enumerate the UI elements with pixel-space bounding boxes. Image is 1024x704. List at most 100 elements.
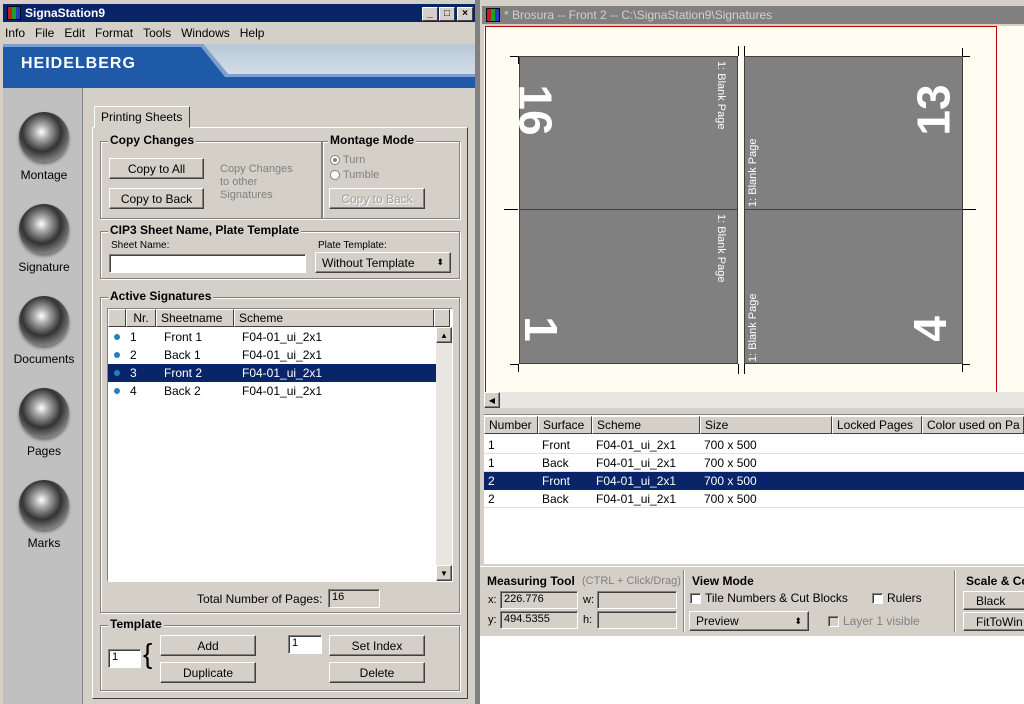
documents-orb-icon: [19, 296, 69, 346]
left-title-bar[interactable]: SignaStation9: [3, 4, 475, 22]
menu-info[interactable]: Info: [0, 25, 30, 43]
tab-printing-sheets[interactable]: Printing Sheets: [94, 106, 190, 128]
sidebar-signature[interactable]: Signature: [3, 204, 85, 274]
set-index-button[interactable]: Set Index: [329, 635, 425, 656]
brosura-window: * Brosura -- Front 2 -- C:\SignaStation9…: [480, 0, 1024, 636]
col-nr[interactable]: Nr.: [126, 309, 156, 327]
table-row[interactable]: 2 Back F04-01_ui_2x1 700 x 500: [484, 490, 1024, 508]
page-tile-13[interactable]: 13 1: Blank Page: [744, 56, 963, 210]
table-row[interactable]: 1 Back F04-01_ui_2x1 700 x 500: [484, 454, 1024, 472]
rulers-checkbox[interactable]: Rulers: [872, 591, 922, 605]
doc-icon: [486, 8, 500, 22]
table-row[interactable]: 1 Front F04-01_ui_2x1 700 x 500: [484, 436, 1024, 454]
cell-size: 700 x 500: [704, 491, 757, 506]
col-color-used[interactable]: Color used on Pa: [922, 416, 1024, 434]
montage-copy-to-back-button[interactable]: Copy to Back: [329, 188, 425, 209]
maximize-icon[interactable]: □: [439, 7, 455, 21]
layer-visible-label: Layer 1 visible: [843, 614, 920, 628]
cell-surface: Back: [542, 455, 569, 470]
sidebar-documents[interactable]: Documents: [3, 296, 85, 366]
add-button[interactable]: Add: [160, 635, 256, 656]
menu-file[interactable]: File: [30, 25, 59, 43]
page-tile-16[interactable]: 16 1: Blank Page: [510, 56, 738, 210]
fit-to-window-button[interactable]: FitToWin: [963, 612, 1024, 631]
signature-row[interactable]: 2 Back 1 F04-01_ui_2x1: [108, 346, 436, 364]
checkbox-icon: [872, 593, 883, 605]
status-dot-icon: [114, 388, 120, 394]
minimize-icon[interactable]: _: [422, 7, 438, 21]
col-empty[interactable]: [108, 309, 126, 327]
page-tile-1[interactable]: 1 1: Blank Page: [514, 209, 738, 364]
brand-banner: HEIDELBERG: [3, 44, 475, 88]
copy-to-all-button[interactable]: Copy to All: [109, 158, 204, 179]
scroll-left-icon[interactable]: ◀: [484, 392, 500, 408]
scroll-down-icon[interactable]: ▼: [436, 565, 452, 581]
copy-changes-note-2: to other: [220, 176, 258, 188]
blank-page-label: 1: Blank Page: [747, 138, 759, 208]
sidebar-marks[interactable]: Marks: [3, 480, 85, 550]
page-number-1: 1: [514, 316, 567, 342]
delete-button[interactable]: Delete: [329, 662, 425, 683]
col-number[interactable]: Number: [484, 416, 538, 434]
layer-visible-checkbox[interactable]: Layer 1 visible: [828, 614, 920, 628]
preview-select[interactable]: Preview ⬍: [689, 611, 809, 631]
total-pages-label: Total Number of Pages:: [197, 592, 323, 606]
signature-row[interactable]: 4 Back 2 F04-01_ui_2x1: [108, 382, 436, 400]
y-value: 494.5355: [500, 611, 578, 629]
black-button[interactable]: Black: [963, 591, 1024, 610]
index-input[interactable]: 1: [288, 635, 322, 654]
col-surface[interactable]: Surface: [538, 416, 592, 434]
sidebar-pages-label: Pages: [26, 444, 62, 458]
signature-row[interactable]: 1 Front 1 F04-01_ui_2x1: [108, 328, 436, 346]
duplicate-button[interactable]: Duplicate: [160, 662, 256, 683]
crop-mark: [738, 46, 739, 56]
plate-template-select[interactable]: Without Template ⬍: [315, 252, 451, 273]
crop-mark: [744, 364, 745, 374]
status-dot-icon: [114, 334, 120, 340]
sig-scheme: F04-01_ui_2x1: [242, 348, 323, 362]
col-scheme[interactable]: Scheme: [592, 416, 700, 434]
table-row-selected[interactable]: 2 Front F04-01_ui_2x1 700 x 500: [484, 472, 1024, 490]
col-locked-pages[interactable]: Locked Pages: [832, 416, 922, 434]
menu-windows[interactable]: Windows: [176, 25, 235, 43]
menu-edit[interactable]: Edit: [59, 25, 90, 43]
canvas-hscrollbar[interactable]: ◀: [484, 392, 1024, 408]
sheet-canvas[interactable]: 16 1: Blank Page 13 1: Blank Page 1 1: B…: [484, 26, 1024, 393]
menu-help[interactable]: Help: [235, 25, 270, 43]
signature-row-selected[interactable]: 3 Front 2 F04-01_ui_2x1: [108, 364, 436, 382]
tumble-radio[interactable]: Tumble: [330, 169, 379, 181]
menu-format[interactable]: Format: [90, 25, 138, 43]
status-dot-icon: [114, 352, 120, 358]
sheet-name-input[interactable]: [109, 254, 306, 273]
turn-radio[interactable]: Turn: [330, 154, 365, 166]
col-scheme[interactable]: Scheme: [234, 309, 434, 327]
cell-size: 700 x 500: [704, 474, 757, 488]
menu-bar: Info File Edit Format Tools Windows Help: [0, 25, 269, 43]
signatures-scrollbar[interactable]: ▲ ▼: [436, 327, 452, 581]
template-count-input[interactable]: 1: [108, 649, 141, 668]
checkbox-icon: [690, 593, 701, 605]
col-size[interactable]: Size: [700, 416, 832, 434]
sheet-name-label: Sheet Name:: [111, 240, 170, 251]
copy-changes-title: Copy Changes: [108, 133, 197, 147]
scroll-up-icon[interactable]: ▲: [436, 327, 452, 343]
close-icon[interactable]: ×: [457, 7, 473, 21]
preview-value: Preview: [696, 614, 739, 628]
page-tile-4[interactable]: 4 1: Blank Page: [744, 209, 963, 364]
tile-numbers-checkbox[interactable]: Tile Numbers & Cut Blocks: [690, 591, 848, 605]
tumble-radio-icon: [330, 170, 340, 181]
plate-template-value: Without Template: [322, 255, 415, 270]
blank-page-label: 1: Blank Page: [747, 293, 759, 363]
sidebar-signature-label: Signature: [18, 260, 70, 274]
menu-tools[interactable]: Tools: [138, 25, 176, 43]
right-title-bar[interactable]: * Brosura -- Front 2 -- C:\SignaStation9…: [482, 6, 1024, 24]
crop-mark: [962, 209, 976, 210]
sidebar-montage[interactable]: Montage: [3, 112, 85, 182]
copy-to-back-button[interactable]: Copy to Back: [109, 188, 204, 209]
panel-divider: [954, 570, 956, 632]
col-sheetname[interactable]: Sheetname: [156, 309, 234, 327]
page-number-4: 4: [903, 316, 956, 342]
sidebar-pages[interactable]: Pages: [3, 388, 85, 458]
tile-numbers-label: Tile Numbers & Cut Blocks: [705, 591, 848, 605]
cell-scheme: F04-01_ui_2x1: [596, 474, 677, 488]
